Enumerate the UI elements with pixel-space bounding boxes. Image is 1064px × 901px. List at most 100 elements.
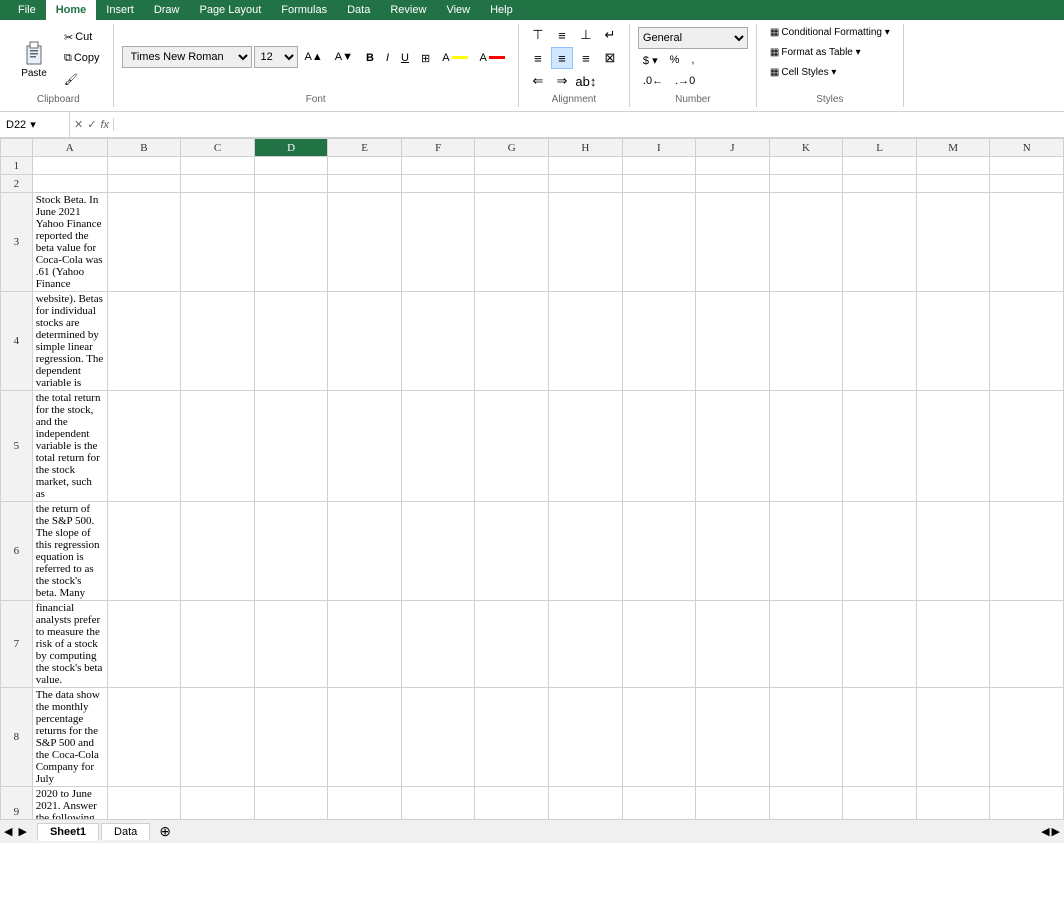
cell-F4[interactable]: [401, 292, 475, 391]
cell-M7[interactable]: [916, 601, 990, 688]
cell-E3[interactable]: [328, 193, 402, 292]
cell-A4[interactable]: website). Betas for individual stocks ar…: [32, 292, 107, 391]
scroll-sheet-right-icon[interactable]: ▶: [1052, 825, 1060, 838]
formula-input[interactable]: [114, 112, 1064, 137]
cell-L5[interactable]: [843, 391, 917, 502]
col-header-L[interactable]: L: [843, 139, 917, 157]
cell-H3[interactable]: [549, 193, 623, 292]
cell-I2[interactable]: [622, 175, 696, 193]
cell-M3[interactable]: [916, 193, 990, 292]
row-header-7[interactable]: 7: [1, 601, 33, 688]
cell-E1[interactable]: [328, 157, 402, 175]
cell-F3[interactable]: [401, 193, 475, 292]
cell-E5[interactable]: [328, 391, 402, 502]
cell-E2[interactable]: [328, 175, 402, 193]
col-header-E[interactable]: E: [328, 139, 402, 157]
cell-B4[interactable]: [107, 292, 181, 391]
cell-D8[interactable]: [254, 688, 328, 787]
col-header-H[interactable]: H: [549, 139, 623, 157]
cell-H8[interactable]: [549, 688, 623, 787]
cell-L8[interactable]: [843, 688, 917, 787]
cell-K6[interactable]: [769, 502, 843, 601]
align-center-button[interactable]: ≡: [551, 47, 573, 69]
cell-A6[interactable]: the return of the S&P 500. The slope of …: [32, 502, 107, 601]
cell-C8[interactable]: [181, 688, 255, 787]
merge-button[interactable]: ⊠: [599, 47, 621, 69]
cell-D2[interactable]: [254, 175, 328, 193]
cell-N9[interactable]: [990, 787, 1064, 820]
cell-C9[interactable]: [181, 787, 255, 820]
cell-A7[interactable]: financial analysts prefer to measure the…: [32, 601, 107, 688]
cell-H6[interactable]: [549, 502, 623, 601]
cell-F8[interactable]: [401, 688, 475, 787]
cell-F7[interactable]: [401, 601, 475, 688]
col-header-M[interactable]: M: [916, 139, 990, 157]
border-button[interactable]: ⊞: [416, 49, 435, 68]
row-header-9[interactable]: 9: [1, 787, 33, 820]
cell-B6[interactable]: [107, 502, 181, 601]
cell-E6[interactable]: [328, 502, 402, 601]
comma-button[interactable]: ,: [686, 51, 699, 70]
cell-H5[interactable]: [549, 391, 623, 502]
cell-C6[interactable]: [181, 502, 255, 601]
add-sheet-button[interactable]: ⊕: [152, 820, 178, 843]
cell-F1[interactable]: [401, 157, 475, 175]
scroll-right-icon[interactable]: ▶: [18, 825, 26, 838]
cell-K8[interactable]: [769, 688, 843, 787]
cell-C1[interactable]: [181, 157, 255, 175]
cell-E8[interactable]: [328, 688, 402, 787]
increase-font-button[interactable]: A▲: [300, 48, 328, 66]
cell-L9[interactable]: [843, 787, 917, 820]
cell-ref-dropdown[interactable]: ▾: [30, 118, 36, 131]
col-header-N[interactable]: N: [990, 139, 1064, 157]
cell-I8[interactable]: [622, 688, 696, 787]
cell-F2[interactable]: [401, 175, 475, 193]
cell-J9[interactable]: [696, 787, 770, 820]
insert-function-icon[interactable]: fx: [100, 119, 109, 131]
cell-C2[interactable]: [181, 175, 255, 193]
cell-N7[interactable]: [990, 601, 1064, 688]
increase-indent-button[interactable]: ⇒: [551, 70, 573, 92]
cell-L2[interactable]: [843, 175, 917, 193]
cell-L4[interactable]: [843, 292, 917, 391]
cell-I9[interactable]: [622, 787, 696, 820]
cell-K9[interactable]: [769, 787, 843, 820]
cell-I4[interactable]: [622, 292, 696, 391]
cell-M9[interactable]: [916, 787, 990, 820]
cell-H2[interactable]: [549, 175, 623, 193]
cell-G1[interactable]: [475, 157, 549, 175]
cell-D1[interactable]: [254, 157, 328, 175]
scroll-sheet-left-icon[interactable]: ◀: [1041, 825, 1049, 838]
cell-E7[interactable]: [328, 601, 402, 688]
cell-L3[interactable]: [843, 193, 917, 292]
cell-B9[interactable]: [107, 787, 181, 820]
cell-N4[interactable]: [990, 292, 1064, 391]
cell-A5[interactable]: the total return for the stock, and the …: [32, 391, 107, 502]
decrease-indent-button[interactable]: ⇐: [527, 70, 549, 92]
tab-home[interactable]: Home: [46, 0, 97, 20]
cell-G5[interactable]: [475, 391, 549, 502]
row-header-8[interactable]: 8: [1, 688, 33, 787]
align-middle-button[interactable]: ≡: [551, 24, 573, 46]
cell-G2[interactable]: [475, 175, 549, 193]
cell-H4[interactable]: [549, 292, 623, 391]
corner-header[interactable]: [1, 139, 33, 157]
cell-J3[interactable]: [696, 193, 770, 292]
number-format-select[interactable]: General Number Currency Percentage: [638, 27, 748, 49]
currency-button[interactable]: $ ▾: [638, 51, 663, 70]
row-header-1[interactable]: 1: [1, 157, 33, 175]
cell-K3[interactable]: [769, 193, 843, 292]
underline-button[interactable]: U: [396, 49, 414, 67]
row-header-2[interactable]: 2: [1, 175, 33, 193]
font-name-select[interactable]: Times New Roman Arial Calibri: [122, 46, 252, 68]
row-header-6[interactable]: 6: [1, 502, 33, 601]
cell-M8[interactable]: [916, 688, 990, 787]
format-painter-button[interactable]: 🖌: [59, 70, 105, 89]
tab-file[interactable]: File: [8, 0, 46, 20]
col-header-D[interactable]: D: [254, 139, 328, 157]
orientation-button[interactable]: ab↕: [575, 70, 597, 92]
cell-G3[interactable]: [475, 193, 549, 292]
cell-G7[interactable]: [475, 601, 549, 688]
cell-B7[interactable]: [107, 601, 181, 688]
cell-F9[interactable]: [401, 787, 475, 820]
